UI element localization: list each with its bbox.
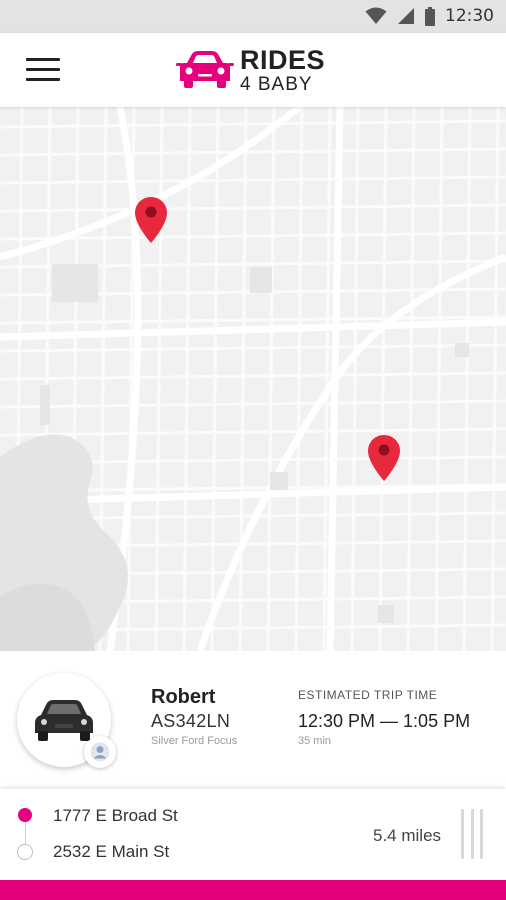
map-streets	[0, 107, 506, 651]
dropoff-pin[interactable]	[367, 434, 401, 482]
map-pin-icon	[135, 197, 167, 243]
wifi-icon	[365, 7, 387, 24]
origin-dot	[18, 808, 32, 822]
map-pin-icon	[368, 435, 400, 481]
destination-address[interactable]: 2532 E Main St	[53, 842, 169, 862]
app-header: RIDES 4 BABY	[0, 33, 506, 107]
user-icon	[90, 742, 110, 762]
map-view[interactable]	[0, 107, 506, 651]
trip-duration: 35 min	[298, 735, 332, 747]
car-icon	[176, 51, 234, 88]
driver-plate: AS342LN	[151, 711, 231, 731]
bottom-action-bar[interactable]	[0, 880, 506, 900]
driver-car-model: Silver Ford Focus	[151, 735, 238, 747]
app-logo: RIDES 4 BABY	[176, 43, 325, 97]
status-bar: 12:30	[0, 0, 506, 33]
hamburger-menu-icon[interactable]	[26, 58, 60, 82]
status-time: 12:30	[445, 6, 494, 26]
battery-icon	[425, 6, 435, 26]
destination-dot	[17, 844, 33, 860]
status-icons: 12:30	[365, 5, 494, 27]
logo-title: RIDES	[240, 44, 326, 75]
pickup-pin[interactable]	[134, 196, 168, 244]
origin-address[interactable]: 1777 E Broad St	[53, 806, 178, 826]
trip-distance: 5.4 miles	[373, 826, 442, 845]
drag-handle[interactable]	[461, 809, 483, 859]
driver-card: Robert AS342LN Silver Ford Focus ESTIMAT…	[0, 651, 506, 785]
signal-icon	[398, 8, 414, 24]
driver-name: Robert	[151, 686, 216, 708]
logo-subtitle: 4 BABY	[240, 73, 313, 95]
driver-profile-button[interactable]	[84, 736, 116, 768]
trip-time-range: 12:30 PM — 1:05 PM	[298, 711, 471, 731]
car-icon	[35, 700, 93, 741]
trip-time-label: ESTIMATED TRIP TIME	[298, 688, 438, 702]
route-panel: 1777 E Broad St 2532 E Main St 5.4 miles	[0, 789, 506, 880]
